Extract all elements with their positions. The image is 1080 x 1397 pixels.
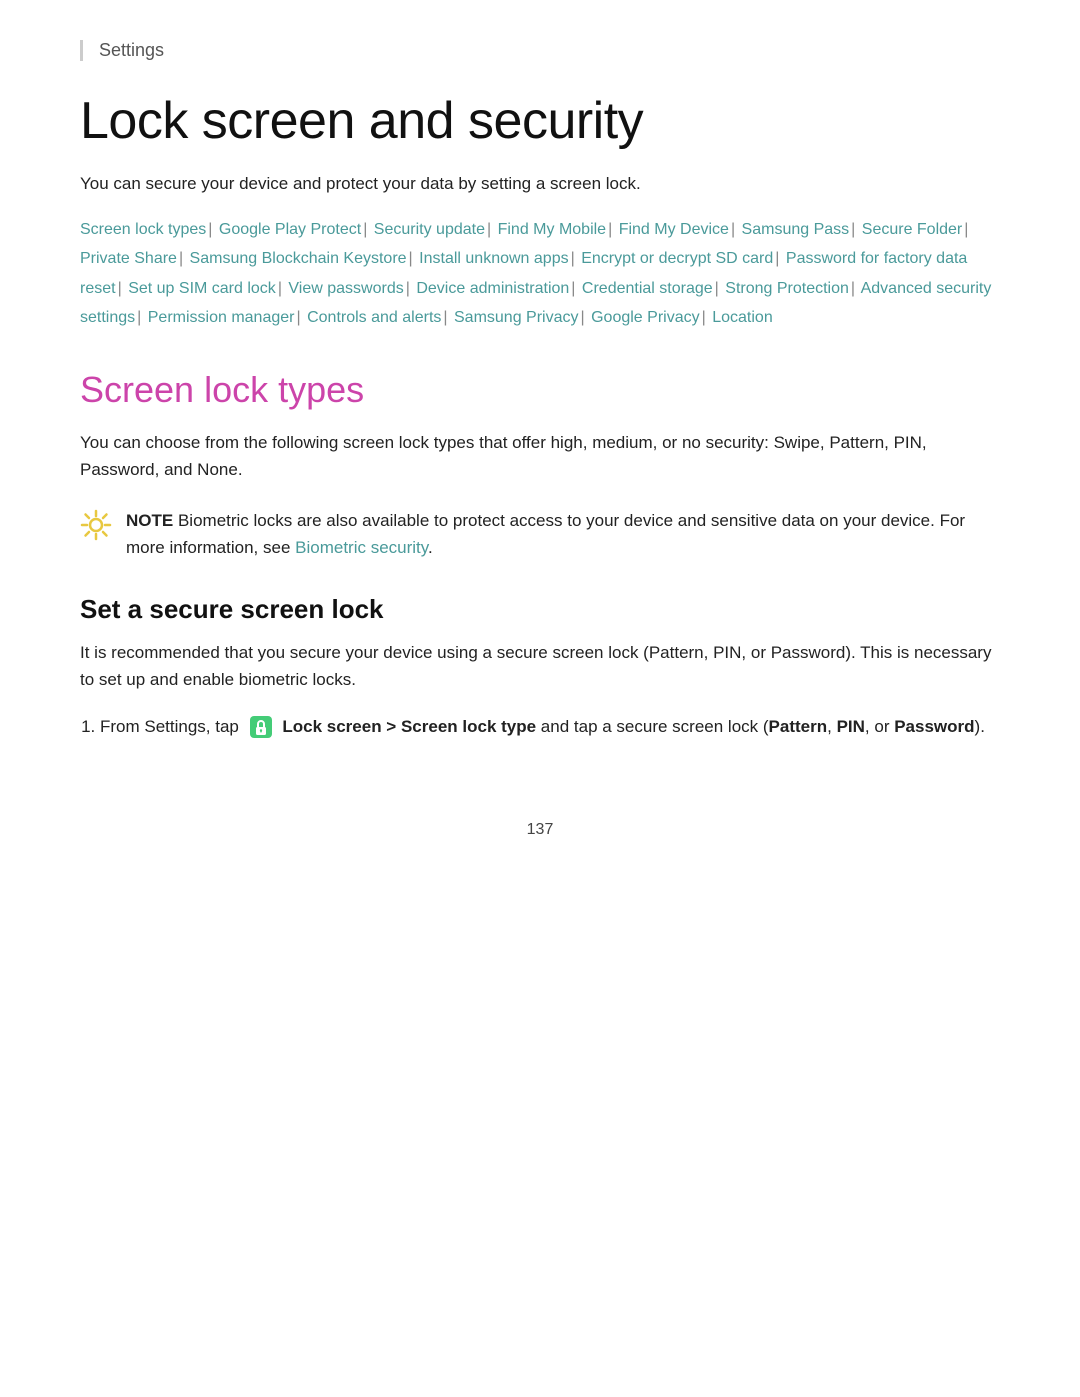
step1-nav: Lock screen > Screen lock type	[282, 717, 536, 736]
breadcrumb-text: Settings	[99, 40, 164, 60]
step-1: From Settings, tap Lock screen > Screen …	[100, 713, 1000, 741]
link-find-my-mobile[interactable]: Find My Mobile	[498, 221, 606, 238]
intro-text: You can secure your device and protect y…	[80, 171, 1000, 197]
link-credential-storage[interactable]: Credential storage	[582, 280, 713, 297]
subsection-description-secure-lock: It is recommended that you secure your d…	[80, 639, 1000, 693]
link-google-privacy[interactable]: Google Privacy	[591, 309, 700, 326]
link-secure-folder[interactable]: Secure Folder	[862, 221, 963, 238]
step1-pre: From Settings, tap	[100, 717, 239, 736]
link-samsung-pass[interactable]: Samsung Pass	[742, 221, 850, 238]
step1-post: and tap a secure screen lock (	[536, 717, 768, 736]
link-view-passwords[interactable]: View passwords	[288, 280, 403, 297]
screen-lock-types-heading: Screen lock types	[80, 369, 1000, 411]
link-private-share[interactable]: Private Share	[80, 250, 177, 267]
steps-list: From Settings, tap Lock screen > Screen …	[100, 713, 1000, 741]
link-permission-manager[interactable]: Permission manager	[148, 309, 295, 326]
page-footer: 137	[80, 801, 1000, 839]
step1-password: Password	[894, 717, 974, 736]
page-container: Settings Lock screen and security You ca…	[0, 0, 1080, 899]
link-strong-protection[interactable]: Strong Protection	[725, 280, 849, 297]
links-section: Screen lock types| Google Play Protect| …	[80, 215, 1000, 333]
link-samsung-blockchain-keystore[interactable]: Samsung Blockchain Keystore	[190, 250, 407, 267]
link-install-unknown-apps[interactable]: Install unknown apps	[419, 250, 568, 267]
link-security-update[interactable]: Security update	[374, 221, 485, 238]
link-samsung-privacy[interactable]: Samsung Privacy	[454, 309, 579, 326]
link-biometric-security[interactable]: Biometric security	[295, 538, 428, 557]
step1-comma1: ,	[827, 717, 836, 736]
link-encrypt-decrypt-sd[interactable]: Encrypt or decrypt SD card	[581, 250, 773, 267]
link-controls-and-alerts[interactable]: Controls and alerts	[307, 309, 441, 326]
link-device-administration[interactable]: Device administration	[416, 280, 569, 297]
link-google-play-protect[interactable]: Google Play Protect	[219, 221, 361, 238]
note-text: NOTE Biometric locks are also available …	[126, 507, 1000, 561]
step1-comma2: , or	[865, 717, 894, 736]
breadcrumb: Settings	[80, 40, 1000, 61]
note-icon	[80, 509, 112, 541]
page-number: 137	[527, 821, 554, 838]
step1-pattern: Pattern	[769, 717, 828, 736]
subsection-title-secure-lock: Set a secure screen lock	[80, 594, 1000, 625]
step1-pin: PIN	[837, 717, 865, 736]
note-box: NOTE Biometric locks are also available …	[80, 507, 1000, 561]
note-end: .	[428, 538, 433, 557]
note-label: NOTE	[126, 511, 173, 530]
screen-lock-types-description: You can choose from the following screen…	[80, 429, 1000, 483]
link-find-my-device[interactable]: Find My Device	[619, 221, 729, 238]
link-screen-lock-types[interactable]: Screen lock types	[80, 221, 206, 238]
page-title: Lock screen and security	[80, 91, 1000, 151]
lock-screen-icon	[248, 714, 274, 740]
link-set-up-sim-card-lock[interactable]: Set up SIM card lock	[128, 280, 276, 297]
note-body: Biometric locks are also available to pr…	[126, 511, 965, 557]
step1-end: ).	[975, 717, 985, 736]
link-location[interactable]: Location	[712, 309, 773, 326]
